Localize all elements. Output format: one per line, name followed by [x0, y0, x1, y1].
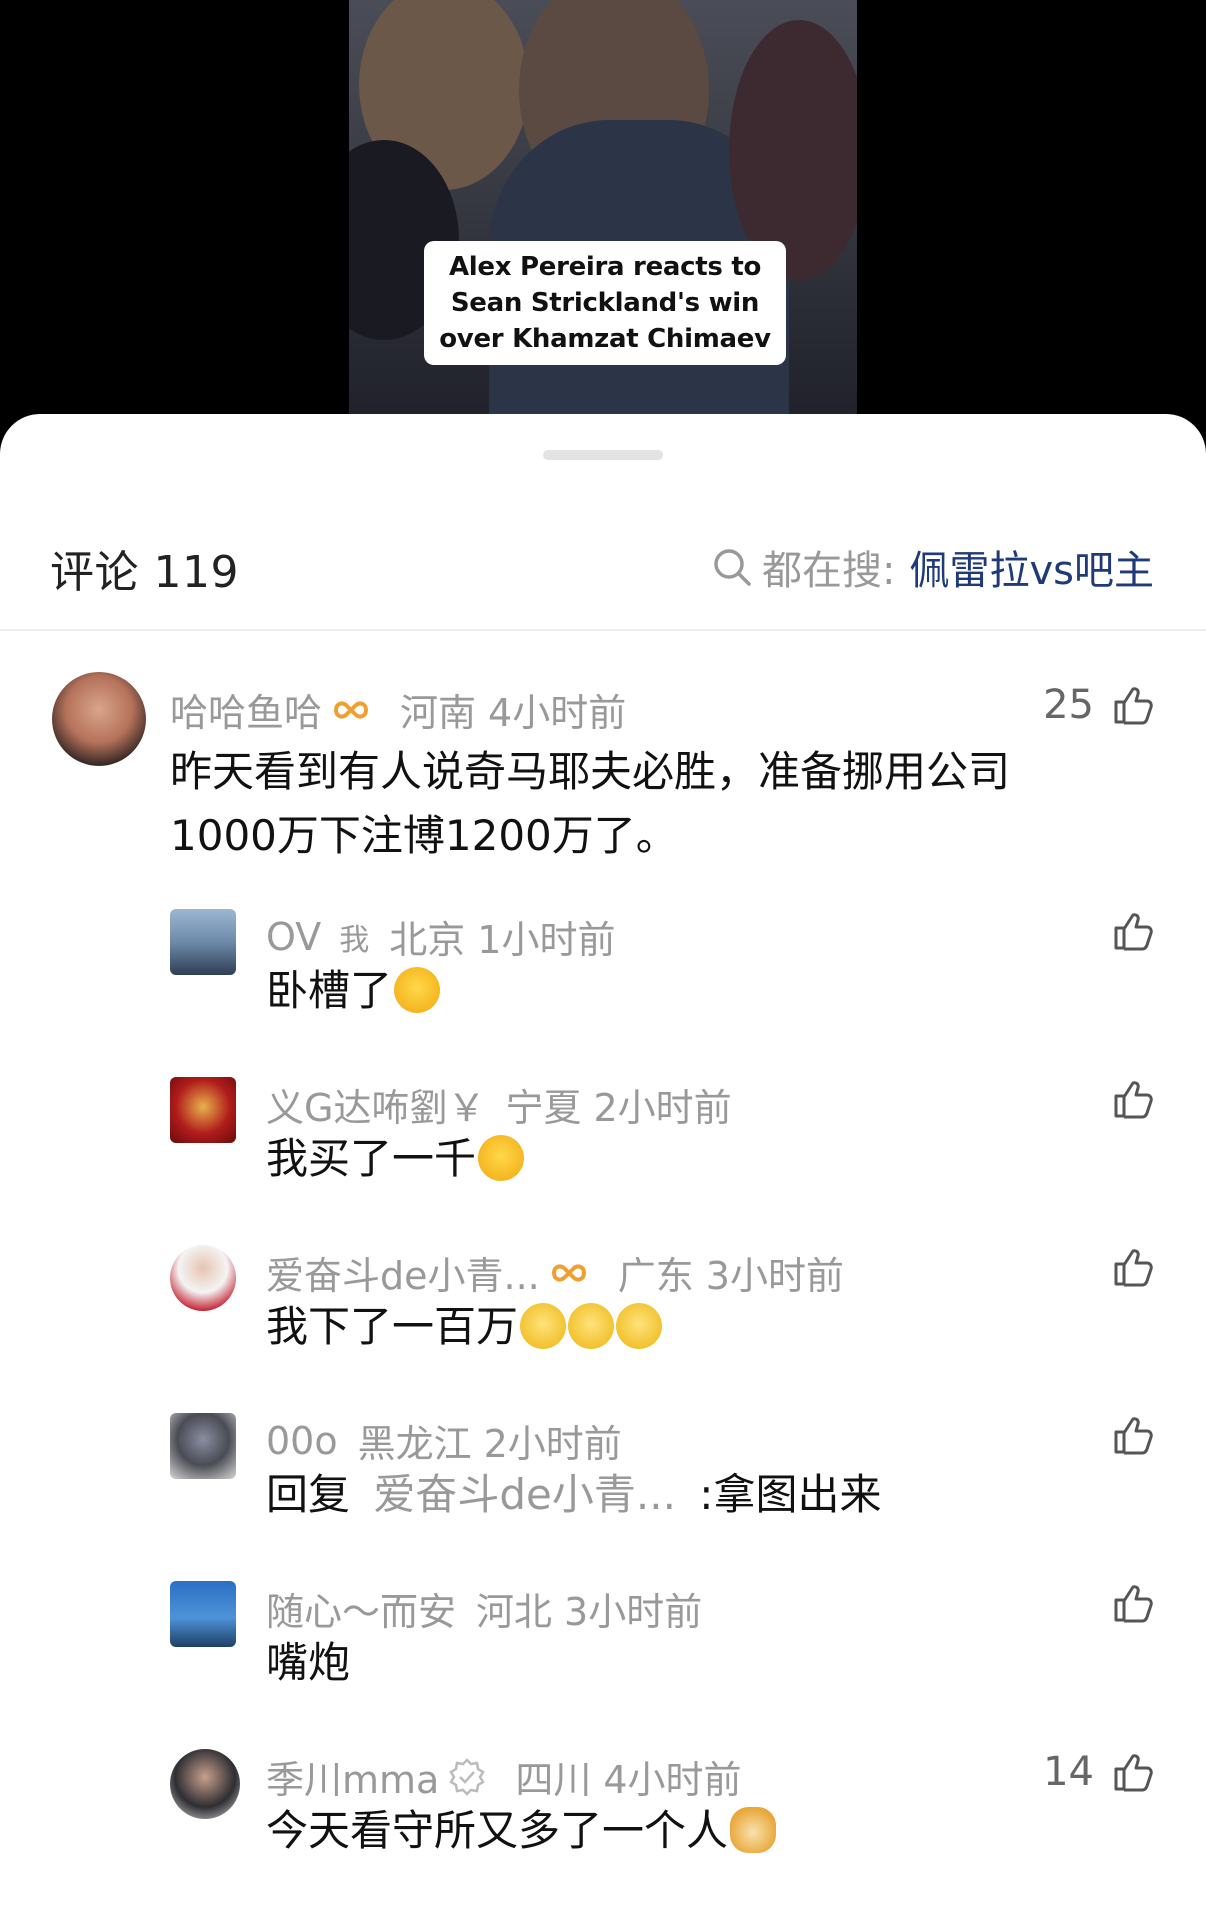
like-button[interactable]: 14	[1043, 1749, 1154, 1795]
comment-meta: 哈哈鱼哈 河南 4小时前	[170, 682, 626, 737]
search-term-link[interactable]: 佩雷拉vs吧主	[909, 538, 1154, 596]
timestamp: 3小时前	[564, 1590, 703, 1634]
comment-text: 我下了一百万	[266, 1295, 663, 1359]
like-button[interactable]	[1094, 1077, 1154, 1121]
drag-handle[interactable]	[543, 450, 663, 460]
thumbs-up-icon	[1114, 913, 1153, 951]
location: 四川	[515, 1758, 592, 1802]
comment-text-content: 我买了一千	[266, 1134, 477, 1183]
self-tag: 我	[339, 922, 370, 958]
laugh-cry-emoji	[478, 1135, 525, 1181]
like-button[interactable]	[1094, 1413, 1154, 1457]
username[interactable]: OV	[266, 915, 321, 959]
search-icon	[714, 549, 751, 586]
timestamp: 2小时前	[593, 1086, 732, 1130]
comment-meta: OV 我 北京 1小时前	[266, 909, 615, 964]
infinity-badge-icon	[334, 700, 369, 719]
trending-search[interactable]: 都在搜: 佩雷拉vs吧主	[712, 538, 1154, 596]
username[interactable]: 季川mma	[266, 1749, 439, 1804]
verified-badge-icon	[449, 1757, 486, 1796]
timestamp: 1小时前	[477, 918, 616, 962]
video-frame[interactable]	[349, 0, 857, 430]
thumbs-up-icon	[1114, 687, 1153, 725]
thumbs-up-icon	[1114, 1585, 1153, 1623]
location: 河南	[400, 691, 477, 735]
laugh-cry-emoji	[394, 967, 441, 1013]
avatar[interactable]	[170, 1245, 236, 1311]
comment-text: 回复 爱奋斗de小青... :拿图出来	[266, 1463, 881, 1527]
thumbs-up-icon	[1114, 1249, 1153, 1287]
thumbs-up-icon	[1114, 1081, 1153, 1119]
thumbs-up-icon	[1114, 1754, 1153, 1792]
like-button[interactable]	[1094, 1581, 1154, 1625]
avatar[interactable]	[170, 1077, 236, 1143]
comment-text: 昨天看到有人说奇马耶夫必胜，准备挪用公司1000万下注博1200万了。	[170, 747, 1011, 860]
username[interactable]: 义G达咘劉￥	[266, 1077, 485, 1132]
comment-text-content: 我下了一百万	[266, 1302, 519, 1351]
comment-text-content: 卧槽了	[266, 966, 393, 1015]
search-prefix: 都在搜:	[762, 548, 896, 594]
avatar[interactable]	[170, 1749, 240, 1819]
comment-text: 卧槽了	[266, 959, 441, 1023]
timestamp: 4小时前	[488, 691, 627, 735]
money-eyes-emoji	[616, 1303, 663, 1349]
avatar[interactable]	[170, 1581, 236, 1647]
doge-emoji	[730, 1807, 777, 1853]
location: 北京	[389, 918, 466, 962]
location: 河北	[476, 1590, 553, 1634]
comment-text: 我买了一千	[266, 1127, 525, 1191]
reply-target-user[interactable]: 爱奋斗de小青...	[373, 1470, 676, 1519]
video-caption: Alex Pereira reacts to Sean Strickland's…	[424, 241, 786, 365]
location: 宁夏	[505, 1086, 582, 1130]
avatar[interactable]	[170, 909, 236, 975]
timestamp: 3小时前	[705, 1254, 844, 1298]
timestamp: 2小时前	[483, 1422, 622, 1466]
comment-meta: 爱奋斗de小青... 广东 3小时前	[266, 1245, 844, 1300]
location: 广东	[617, 1254, 694, 1298]
thumbs-up-icon	[1114, 1417, 1153, 1455]
money-eyes-emoji	[520, 1303, 567, 1349]
username[interactable]: 哈哈鱼哈	[170, 682, 322, 737]
infinity-badge-icon	[551, 1263, 586, 1282]
timestamp: 4小时前	[603, 1758, 742, 1802]
like-button[interactable]	[1094, 1245, 1154, 1289]
comment-meta: 00o 黑龙江 2小时前	[266, 1413, 622, 1468]
header-divider	[0, 629, 1206, 631]
comments-header: 评论 119 都在搜: 佩雷拉vs吧主	[0, 524, 1206, 604]
comment-meta: 随心～而安 河北 3小时前	[266, 1581, 702, 1636]
comments-count-title: 评论 119	[50, 547, 239, 598]
username[interactable]: 随心～而安	[266, 1581, 456, 1636]
location: 黑龙江	[357, 1422, 472, 1466]
money-eyes-emoji	[568, 1303, 615, 1349]
username[interactable]: 00o	[266, 1419, 338, 1463]
like-button[interactable]: 25	[1043, 682, 1154, 728]
like-button[interactable]	[1094, 909, 1154, 953]
reply-prefix: 回复	[266, 1470, 351, 1519]
username[interactable]: 爱奋斗de小青...	[266, 1245, 540, 1300]
comment-text: 今天看守所又多了一个人	[266, 1799, 777, 1863]
like-count: 14	[1043, 1749, 1094, 1795]
comment-text: 嘴炮	[266, 1638, 351, 1687]
comment-text-content: 今天看守所又多了一个人	[266, 1806, 729, 1855]
like-count: 25	[1043, 682, 1094, 728]
comment-meta: 义G达咘劉￥ 宁夏 2小时前	[266, 1077, 732, 1132]
video-player[interactable]: Alex Pereira reacts to Sean Strickland's…	[0, 0, 1206, 430]
comment-text-content: :拿图出来	[699, 1470, 882, 1519]
comments-sheet: 评论 119 都在搜: 佩雷拉vs吧主 哈哈鱼哈 河南 4小时前 25 昨天看到…	[0, 414, 1206, 1931]
avatar[interactable]	[170, 1413, 236, 1479]
video-caption-text: Alex Pereira reacts to Sean Strickland's…	[439, 252, 771, 354]
comment-meta: 季川mma 四川 4小时前	[266, 1749, 742, 1804]
avatar[interactable]	[52, 672, 146, 766]
